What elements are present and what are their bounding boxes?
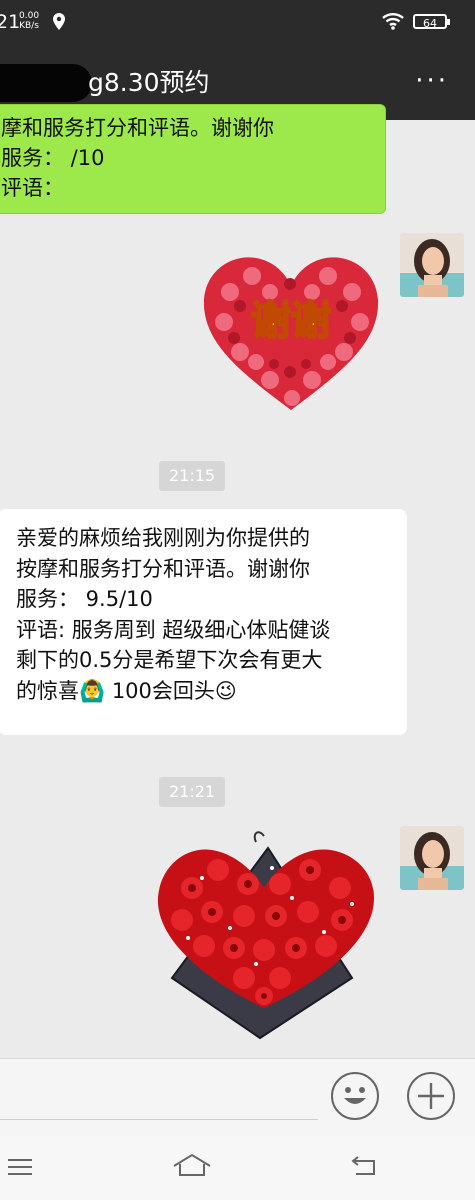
message-line: 的惊喜🙆‍♂️ 100会回头😉 bbox=[16, 678, 237, 703]
sent-message-bubble: 摩和服务打分和评语。谢谢你 服务： /10 评语： bbox=[0, 104, 386, 214]
back-button[interactable] bbox=[348, 1150, 380, 1186]
timestamp: 21:15 bbox=[159, 461, 226, 491]
input-bar bbox=[0, 1058, 475, 1136]
battery-level: 64 bbox=[423, 17, 437, 30]
wifi-icon bbox=[382, 11, 404, 36]
network-speed-unit: KB/s bbox=[19, 21, 39, 31]
rose-heart-image: 谢谢 bbox=[203, 257, 379, 410]
message-line: 亲爱的麻烦给我刚刚为你提供的 bbox=[16, 526, 310, 550]
rose-bouquet-image bbox=[157, 831, 374, 1040]
menu-button[interactable] bbox=[6, 1150, 34, 1186]
message-line: 摩和服务打分和评语。谢谢你 bbox=[1, 116, 274, 140]
emoji-button[interactable] bbox=[331, 1072, 379, 1120]
message-line: 服务： /10 bbox=[1, 146, 105, 170]
more-options-button[interactable]: ··· bbox=[415, 66, 449, 96]
home-button[interactable] bbox=[172, 1150, 212, 1186]
message-line: 剩下的0.5分是希望下次会有更大 bbox=[16, 648, 323, 672]
message-input-field[interactable] bbox=[0, 1119, 318, 1120]
battery-icon: 64 bbox=[413, 14, 450, 30]
menu-icon bbox=[8, 1159, 32, 1175]
message-line: 按摩和服务打分和评语。谢谢你 bbox=[16, 556, 310, 581]
add-attachment-button[interactable] bbox=[407, 1072, 455, 1120]
home-icon bbox=[173, 1153, 211, 1176]
network-speed-value: 0.00 bbox=[19, 11, 40, 21]
location-icon bbox=[52, 12, 66, 37]
redacted-contact-name bbox=[0, 64, 92, 102]
rose-bouquet-sticker[interactable] bbox=[152, 828, 384, 1042]
message-line: 服务： 9.5/10 bbox=[16, 587, 153, 611]
avatar[interactable] bbox=[400, 233, 464, 297]
avatar[interactable] bbox=[400, 826, 464, 890]
message-line: 评语： bbox=[1, 176, 64, 200]
thanks-heart-sticker[interactable]: 谢谢 bbox=[200, 252, 382, 414]
network-speed: 0.00 KB/s bbox=[19, 11, 39, 31]
back-icon bbox=[351, 1156, 375, 1175]
plus-icon bbox=[418, 1083, 444, 1109]
chat-title: g8.30预约 bbox=[88, 68, 210, 97]
timestamp: 21:21 bbox=[159, 777, 226, 807]
system-navigation-bar bbox=[0, 1136, 475, 1200]
status-bar: 21 0.00 KB/s 64 bbox=[0, 0, 475, 46]
message-line: 评语: 服务周到 超级细心体贴健谈 bbox=[16, 617, 331, 642]
emoji-icon bbox=[344, 1087, 366, 1104]
sticker-text: 谢谢 bbox=[251, 298, 331, 344]
status-time: 21 bbox=[0, 11, 21, 33]
received-message-bubble: 亲爱的麻烦给我刚刚为你提供的 按摩和服务打分和评语。谢谢你 服务： 9.5/10… bbox=[0, 509, 407, 735]
